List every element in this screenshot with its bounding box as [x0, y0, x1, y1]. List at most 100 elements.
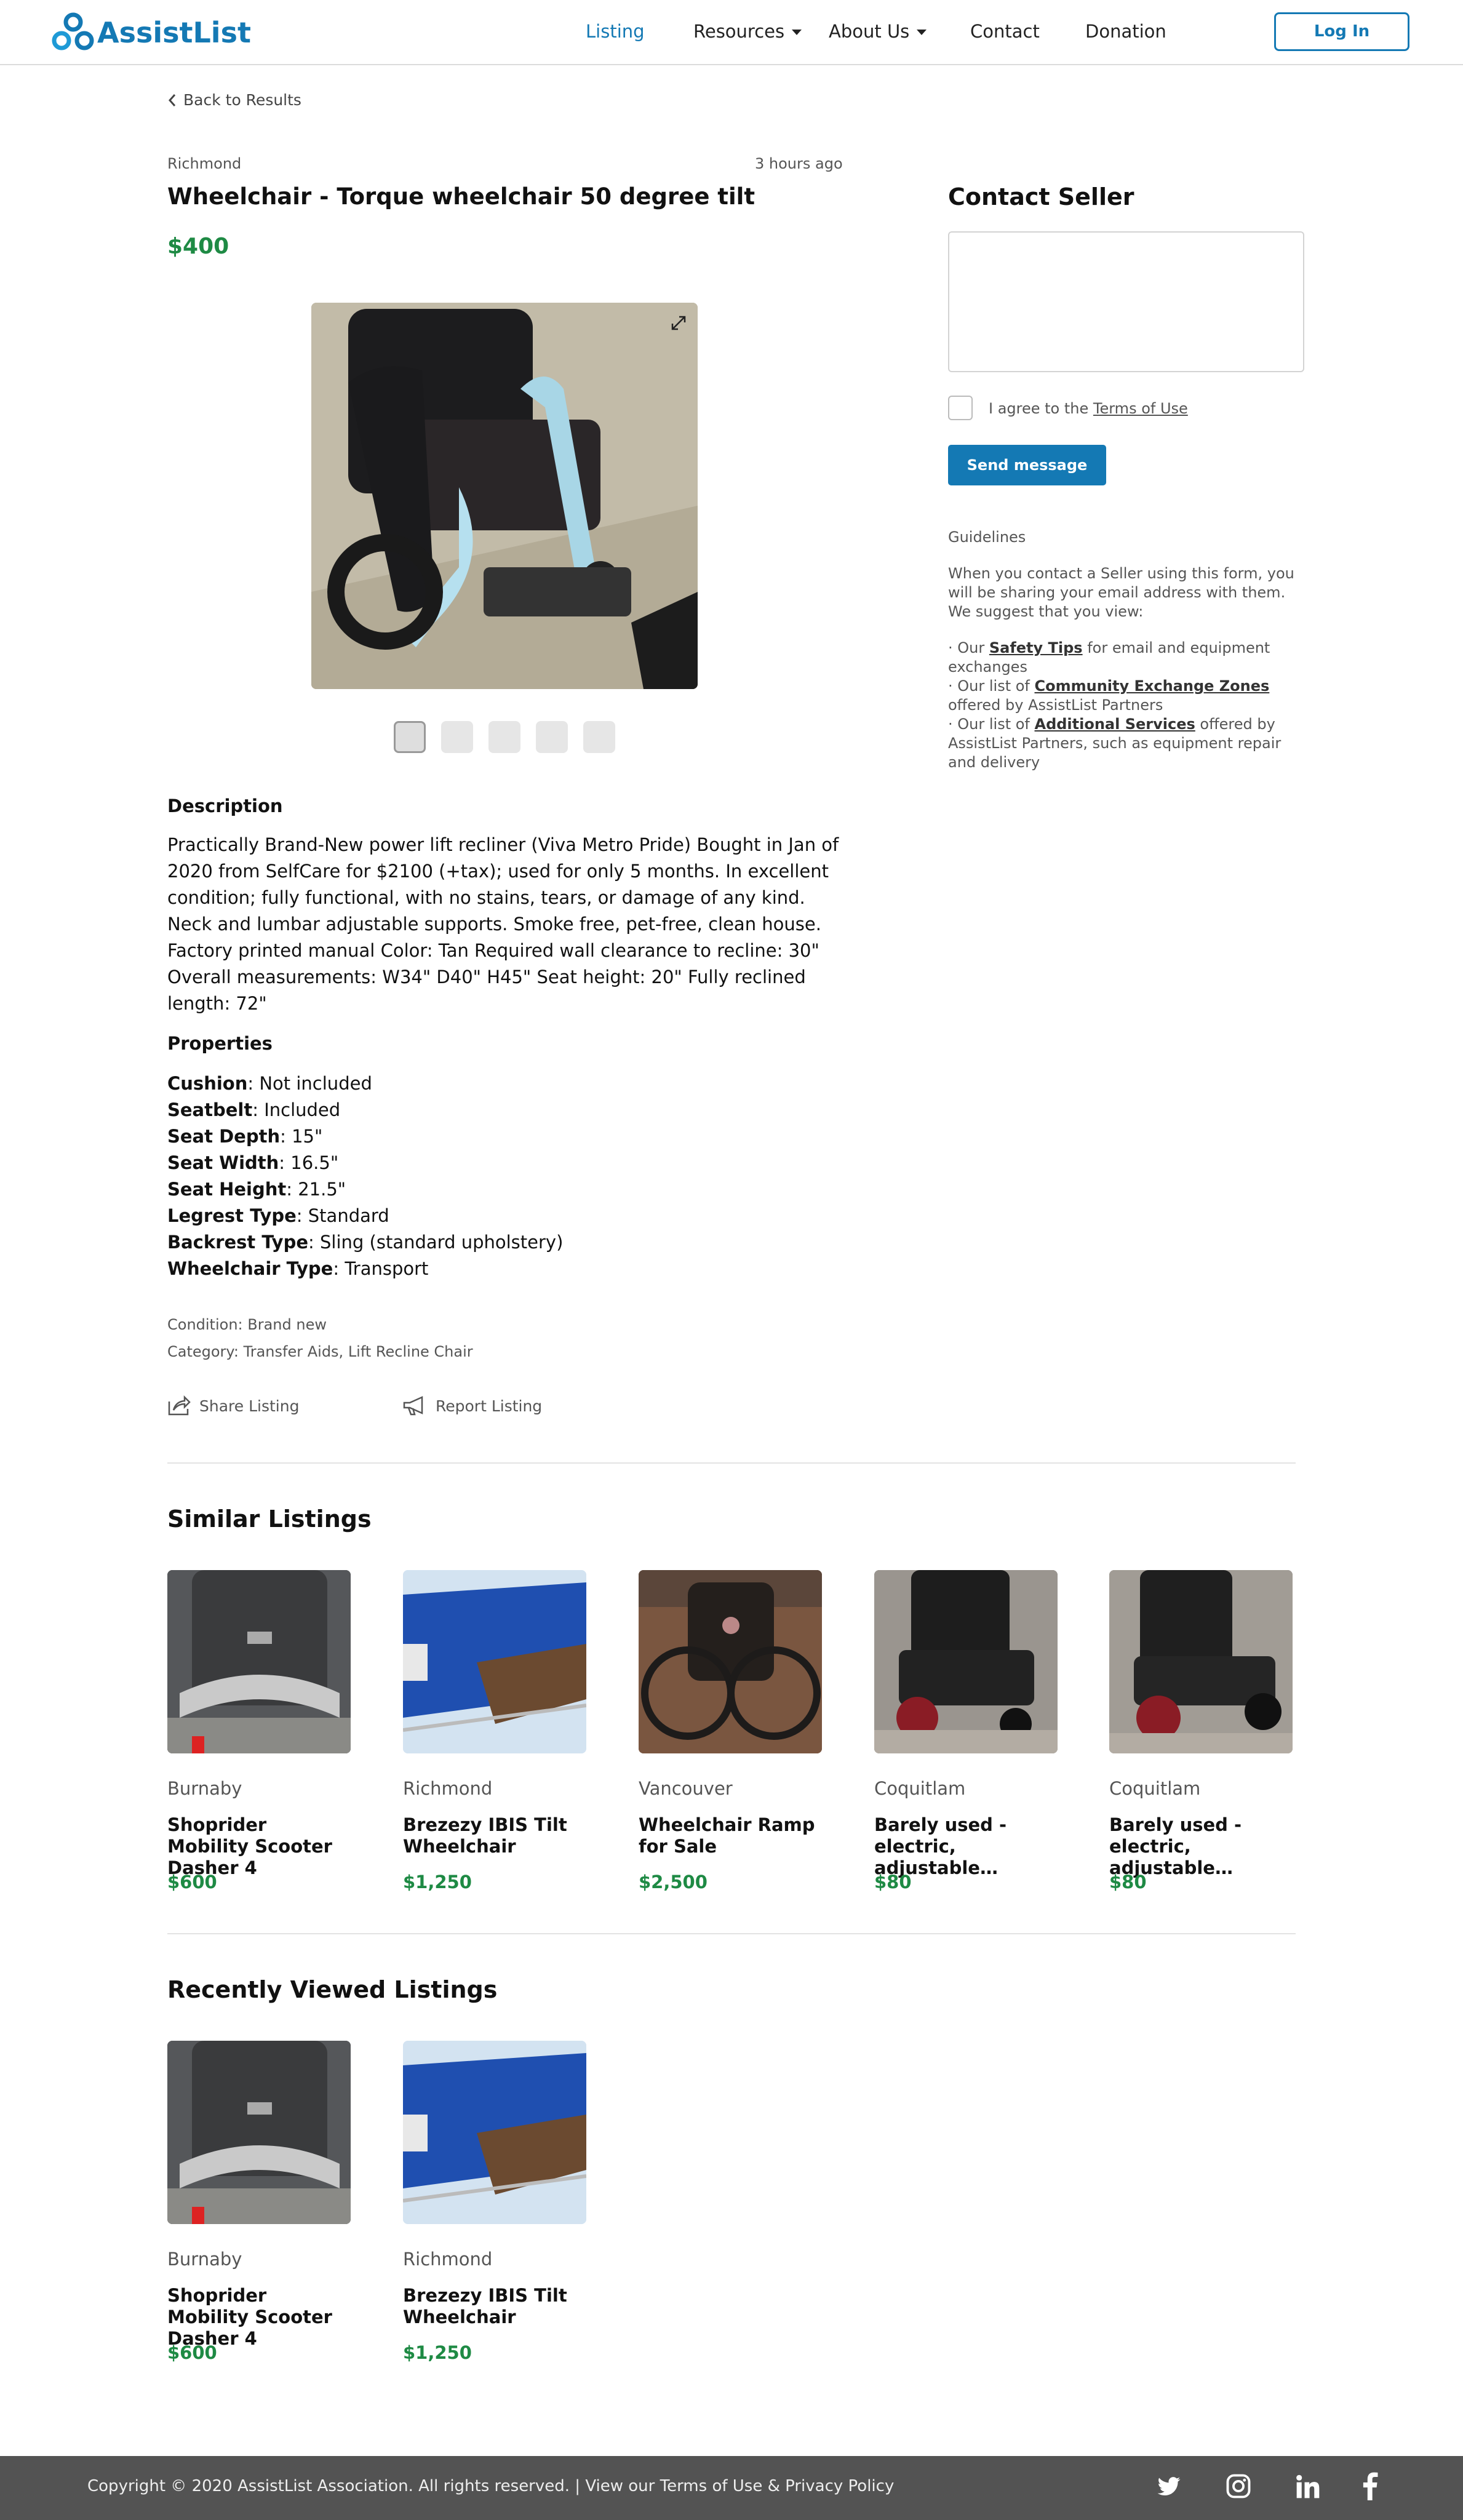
chevron-down-icon — [917, 30, 927, 35]
description-heading: Description — [167, 795, 283, 816]
linkedin-icon[interactable] — [1294, 2473, 1321, 2500]
similar-listings-heading: Similar Listings — [167, 1505, 372, 1533]
terms-of-use-link[interactable]: Terms of Use — [1093, 400, 1188, 417]
property-value: : Included — [252, 1099, 341, 1120]
mattress-photo — [403, 1570, 586, 1753]
terms-agreement-label: I agree to the Terms of Use — [989, 400, 1188, 417]
card-title[interactable]: Wheelchair Ramp for Sale — [639, 1814, 823, 1857]
description-text: Practically Brand-New power lift recline… — [167, 834, 839, 1014]
report-listing-button[interactable]: Report Listing — [402, 1395, 542, 1416]
terms-prefix: I agree to the — [989, 400, 1093, 417]
photo-thumbnail-2[interactable] — [441, 721, 473, 753]
card-location: Richmond — [403, 1778, 493, 1799]
card-location: Burnaby — [167, 2249, 242, 2270]
guideline-additional-services: · Our list of Additional Services offere… — [948, 715, 1305, 772]
safety-tips-link[interactable]: Safety Tips — [989, 639, 1083, 656]
property-label: Seat Depth — [167, 1126, 281, 1147]
section-divider — [167, 1933, 1296, 1934]
guideline-prefix: · Our list of — [948, 677, 1035, 695]
photo-thumbnail-5[interactable] — [583, 721, 615, 753]
card-price: $1,250 — [403, 1872, 472, 1892]
twitter-icon[interactable] — [1155, 2474, 1182, 2499]
property-seat-depth: Seat Depth: 15" — [167, 1126, 322, 1147]
property-seatbelt: Seatbelt: Included — [167, 1099, 340, 1120]
message-textarea[interactable] — [948, 231, 1304, 372]
recently-viewed-heading: Recently Viewed Listings — [167, 1976, 498, 2003]
back-to-results-link[interactable]: Back to Results — [167, 91, 301, 109]
card-location: Vancouver — [639, 1778, 733, 1799]
card-title[interactable]: Barely used - electric, adjustable… — [874, 1814, 1059, 1879]
property-label: Seat Width — [167, 1152, 279, 1173]
power-chair-photo — [1109, 1570, 1293, 1753]
terms-checkbox[interactable] — [948, 396, 973, 420]
card-title[interactable]: Brezezy IBIS Tilt Wheelchair — [403, 2285, 588, 2328]
property-value: : 21.5" — [286, 1179, 346, 1200]
photo-thumbnail-4[interactable] — [536, 721, 568, 753]
contact-seller-heading: Contact Seller — [948, 183, 1134, 210]
share-listing-button[interactable]: Share Listing — [167, 1395, 299, 1416]
additional-services-link[interactable]: Additional Services — [1035, 716, 1195, 733]
nav-resources[interactable]: Resources — [693, 21, 802, 42]
card-title[interactable]: Brezezy IBIS Tilt Wheelchair — [403, 1814, 588, 1857]
login-button[interactable]: Log In — [1274, 12, 1409, 51]
nav-about-us-label: About Us — [829, 21, 910, 42]
facebook-icon[interactable] — [1362, 2472, 1378, 2500]
nav-listing[interactable]: Listing — [586, 21, 645, 42]
listing-condition: Condition: Brand new — [167, 1316, 327, 1333]
megaphone-icon — [403, 1396, 423, 1416]
property-seat-width: Seat Width: 16.5" — [167, 1152, 338, 1173]
card-title[interactable]: Shoprider Mobility Scooter Dasher 4 — [167, 2285, 352, 2350]
card-price: $80 — [1109, 1872, 1147, 1892]
listing-card-image[interactable] — [874, 1570, 1058, 1753]
expand-icon[interactable] — [671, 315, 687, 331]
card-title[interactable]: Shoprider Mobility Scooter Dasher 4 — [167, 1814, 352, 1879]
listing-location: Richmond — [167, 155, 242, 172]
card-price: $80 — [874, 1872, 912, 1892]
property-label: Cushion — [167, 1073, 248, 1094]
listing-card-image[interactable] — [403, 1570, 586, 1753]
photo-thumbnail-3[interactable] — [488, 721, 520, 753]
property-value: : Sling (standard upholstery) — [308, 1232, 564, 1253]
nav-about-us[interactable]: About Us — [829, 21, 927, 42]
listing-posted-time: 3 hours ago — [755, 155, 843, 172]
property-seat-height: Seat Height: 21.5" — [167, 1179, 346, 1200]
guideline-prefix: · Our — [948, 639, 989, 656]
property-label: Seatbelt — [167, 1099, 253, 1120]
listing-card-image[interactable] — [639, 1570, 822, 1753]
instagram-icon[interactable] — [1226, 2473, 1251, 2499]
wheelchair-photo — [311, 303, 698, 689]
power-chair-photo — [874, 1570, 1058, 1753]
property-value: : 15" — [280, 1126, 323, 1147]
scooter-photo — [167, 1570, 351, 1753]
properties-heading: Properties — [167, 1033, 273, 1054]
card-location: Coquitlam — [874, 1778, 966, 1799]
listing-price: $400 — [167, 234, 229, 259]
logo-text: AssistList — [97, 16, 251, 49]
share-listing-label: Share Listing — [199, 1397, 300, 1415]
property-value: : Not included — [247, 1073, 372, 1094]
property-label: Wheelchair Type — [167, 1258, 333, 1279]
nav-contact[interactable]: Contact — [970, 21, 1040, 42]
report-listing-label: Report Listing — [436, 1397, 543, 1415]
guidelines-heading: Guidelines — [948, 528, 1026, 546]
card-price: $600 — [167, 2342, 217, 2363]
property-cushion: Cushion: Not included — [167, 1073, 372, 1094]
card-title[interactable]: Barely used - electric, adjustable… — [1109, 1814, 1294, 1879]
listing-main-photo[interactable] — [311, 303, 698, 689]
property-label: Seat Height — [167, 1179, 287, 1200]
property-value: : 16.5" — [279, 1152, 339, 1173]
card-location: Richmond — [403, 2249, 493, 2270]
nav-donation[interactable]: Donation — [1085, 21, 1166, 42]
send-message-button[interactable]: Send message — [948, 445, 1106, 485]
back-link-label: Back to Results — [183, 91, 301, 109]
footer-copyright: Copyright © 2020 AssistList Association.… — [87, 2477, 895, 2495]
card-price: $600 — [167, 1872, 217, 1892]
listing-card-image[interactable] — [1109, 1570, 1293, 1753]
listing-card-image[interactable] — [403, 2041, 586, 2224]
listing-category: Category: Transfer Aids, Lift Recline Ch… — [167, 1343, 473, 1360]
guideline-safety-tips: · Our Safety Tips for email and equipmen… — [948, 639, 1305, 677]
listing-card-image[interactable] — [167, 2041, 351, 2224]
photo-thumbnail-1[interactable] — [394, 721, 426, 753]
listing-card-image[interactable] — [167, 1570, 351, 1753]
community-exchange-zones-link[interactable]: Community Exchange Zones — [1035, 677, 1270, 695]
